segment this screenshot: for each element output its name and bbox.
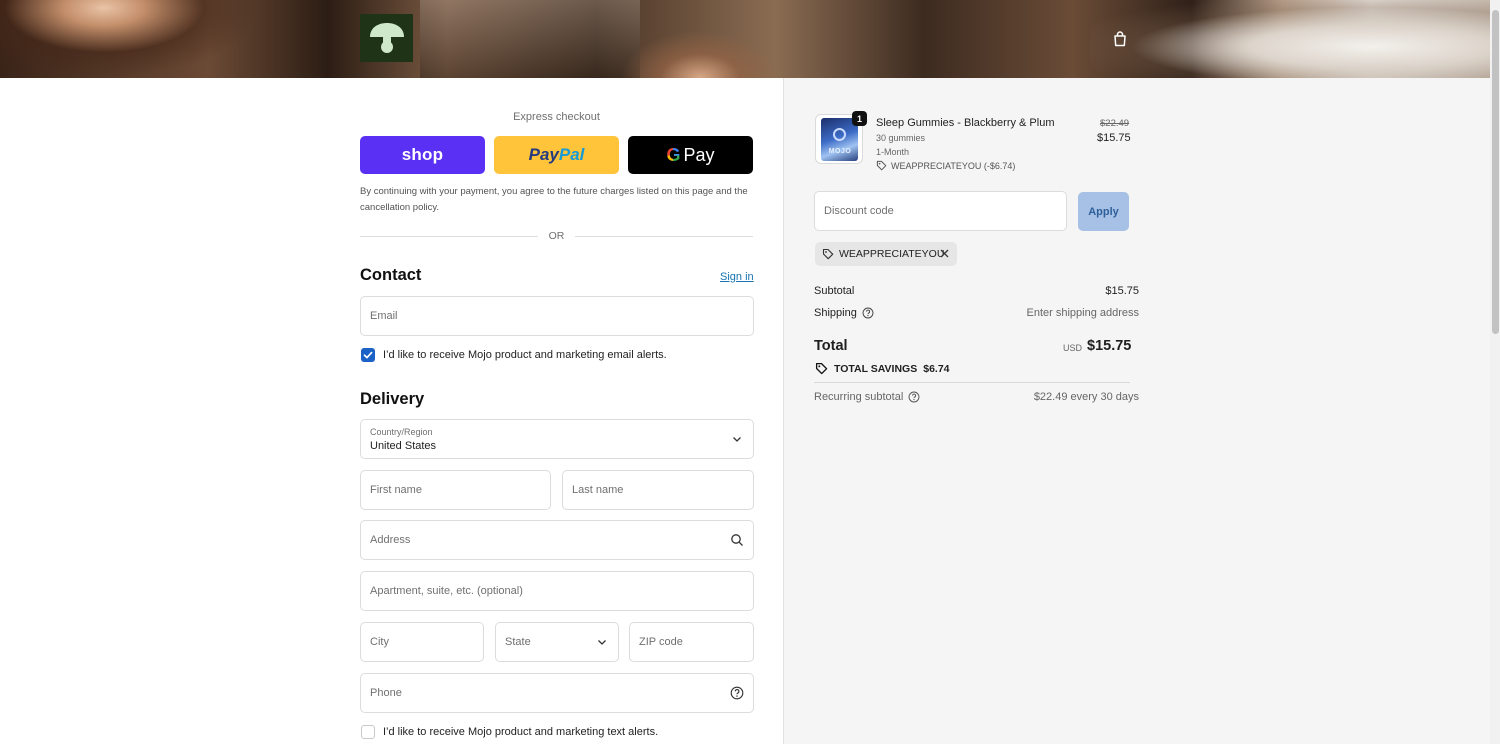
last-name-field[interactable]: Last name (562, 470, 754, 510)
original-price: $22.49 (1100, 118, 1130, 129)
city-field[interactable]: City (360, 622, 484, 662)
shopping-bag-icon[interactable] (1111, 30, 1129, 48)
help-circle-icon[interactable] (862, 307, 874, 319)
or-divider-text: OR (548, 230, 565, 242)
delivery-heading: Delivery (360, 390, 425, 408)
tag-icon (876, 160, 887, 171)
page-scrollbar-thumb[interactable] (1492, 10, 1499, 334)
product-discount: WEAPPRECIATEYOU (-$6.74) (876, 160, 1015, 171)
mushroom-logo-icon (369, 23, 404, 53)
country-select[interactable]: Country/Region United States (360, 419, 754, 459)
city-placeholder: City (370, 636, 389, 648)
payment-consent-text: By continuing with your payment, you agr… (360, 186, 748, 213)
banner-photo-right (1090, 0, 1490, 78)
applied-discount-chip: WEAPPRECIATEYOU (815, 242, 957, 266)
address-field[interactable]: Address (360, 520, 754, 560)
chevron-down-icon (733, 437, 741, 442)
help-circle-icon[interactable] (730, 686, 744, 700)
total-currency: USD (1063, 343, 1083, 353)
close-icon[interactable] (938, 247, 951, 260)
subtotal-label: Subtotal (814, 285, 855, 297)
checkmark-icon (363, 351, 373, 359)
banner-photo-middle (420, 0, 640, 78)
shipping-label: Shipping (814, 307, 857, 319)
applied-discount-code: WEAPPRECIATEYOU (839, 248, 945, 260)
product-plan: 1-Month (876, 147, 910, 157)
banner-photo-left (0, 0, 260, 78)
first-name-field[interactable]: First name (360, 470, 551, 510)
chevron-down-icon (598, 640, 606, 645)
recurring-subtotal-value: $22.49 every 30 days (1033, 391, 1139, 403)
email-placeholder: Email (370, 310, 398, 322)
paypal-label-pay: Pay (528, 145, 559, 164)
google-g-icon: G (666, 144, 681, 165)
discount-code-placeholder: Discount code (824, 205, 894, 217)
or-divider-left (360, 236, 538, 237)
shipping-value: Enter shipping address (1026, 307, 1139, 319)
recurring-subtotal-label: Recurring subtotal (814, 391, 904, 403)
discount-code-field[interactable]: Discount code (814, 191, 1067, 231)
order-summary-panel (783, 78, 1491, 744)
email-optin-checkbox[interactable] (361, 348, 375, 362)
shipping-row: Shipping (814, 307, 874, 319)
paypal-button[interactable]: Pay Pal (494, 136, 619, 174)
phone-placeholder: Phone (370, 687, 402, 699)
first-name-placeholder: First name (370, 484, 422, 496)
summary-divider (814, 382, 1130, 383)
total-savings-label: TOTAL SAVINGS (834, 362, 918, 375)
shop-pay-button[interactable]: shop (360, 136, 485, 174)
sms-optin-checkbox[interactable] (361, 725, 375, 739)
google-pay-label: Pay (683, 144, 715, 165)
search-icon[interactable] (730, 533, 744, 547)
discounted-price: $15.75 (1097, 132, 1131, 144)
banner-photo-hand (620, 30, 780, 78)
total-savings-value: $6.74 (923, 362, 950, 375)
product-package-brand: MOJO (828, 148, 852, 155)
tag-icon (815, 362, 828, 375)
email-field[interactable]: Email (360, 296, 754, 336)
state-select[interactable]: State (495, 622, 619, 662)
shop-pay-label: shop (401, 145, 444, 164)
store-logo[interactable] (360, 14, 413, 62)
recurring-subtotal-row: Recurring subtotal (814, 391, 920, 403)
google-pay-button[interactable]: G Pay (628, 136, 753, 174)
last-name-placeholder: Last name (572, 484, 624, 496)
state-placeholder: State (505, 636, 531, 648)
header-banner-image (0, 0, 1490, 78)
email-optin-label: I’d like to receive Mojo product and mar… (383, 349, 667, 361)
apply-discount-button[interactable]: Apply (1078, 192, 1129, 231)
country-value: United States (370, 440, 437, 452)
phone-field[interactable]: Phone (360, 673, 754, 713)
total-savings: TOTAL SAVINGS $6.74 (815, 362, 950, 375)
quantity-badge: 1 (852, 111, 867, 126)
express-checkout-title: Express checkout (513, 111, 600, 123)
product-discount-text: WEAPPRECIATEYOU (-$6.74) (891, 160, 1016, 171)
apartment-placeholder: Apartment, suite, etc. (optional) (370, 585, 523, 597)
moon-icon (833, 128, 846, 141)
product-count: 30 gummies (876, 133, 926, 143)
total-value: $15.75 (1087, 338, 1132, 354)
product-name: Sleep Gummies - Blackberry & Plum (876, 117, 1055, 129)
zip-code-field[interactable]: ZIP code (629, 622, 754, 662)
sign-in-link[interactable]: Sign in (720, 271, 754, 283)
help-circle-icon[interactable] (908, 391, 920, 403)
total-label: Total (814, 338, 848, 354)
paypal-label-pal: Pal (558, 145, 585, 164)
contact-heading: Contact (360, 266, 422, 284)
apartment-field[interactable]: Apartment, suite, etc. (optional) (360, 571, 754, 611)
zip-code-placeholder: ZIP code (639, 636, 683, 648)
sms-optin-label: I’d like to receive Mojo product and mar… (383, 726, 659, 738)
address-placeholder: Address (370, 534, 411, 546)
tag-icon (822, 248, 834, 260)
country-label: Country/Region (370, 427, 433, 437)
subtotal-value: $15.75 (1105, 285, 1139, 297)
or-divider-right (575, 236, 753, 237)
